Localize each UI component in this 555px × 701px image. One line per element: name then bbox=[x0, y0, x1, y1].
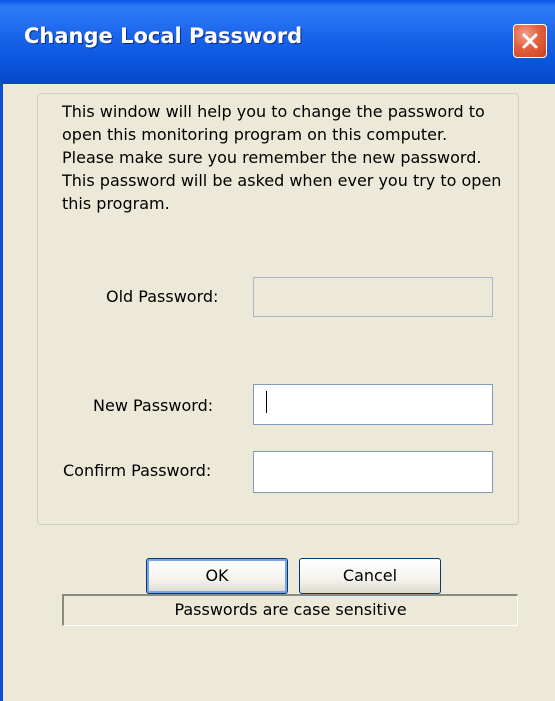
title-bar[interactable]: Change Local Password bbox=[0, 0, 555, 84]
close-icon bbox=[522, 33, 538, 49]
new-password-label: New Password: bbox=[93, 396, 214, 415]
status-bar: Passwords are case sensitive bbox=[62, 594, 518, 626]
new-password-input[interactable] bbox=[253, 384, 493, 425]
window-title: Change Local Password bbox=[24, 24, 303, 48]
close-button[interactable] bbox=[513, 24, 547, 58]
cancel-button[interactable]: Cancel bbox=[299, 558, 441, 594]
ok-button[interactable]: OK bbox=[146, 558, 288, 594]
old-password-input[interactable] bbox=[253, 277, 493, 317]
text-caret bbox=[266, 391, 267, 413]
window-frame-left bbox=[0, 84, 3, 701]
confirm-password-input[interactable] bbox=[253, 451, 493, 493]
info-text: This window will help you to change the … bbox=[62, 102, 502, 213]
confirm-password-label: Confirm Password: bbox=[63, 461, 212, 480]
change-password-dialog: Change Local Password This window will h… bbox=[0, 0, 555, 701]
old-password-label: Old Password: bbox=[106, 287, 219, 306]
